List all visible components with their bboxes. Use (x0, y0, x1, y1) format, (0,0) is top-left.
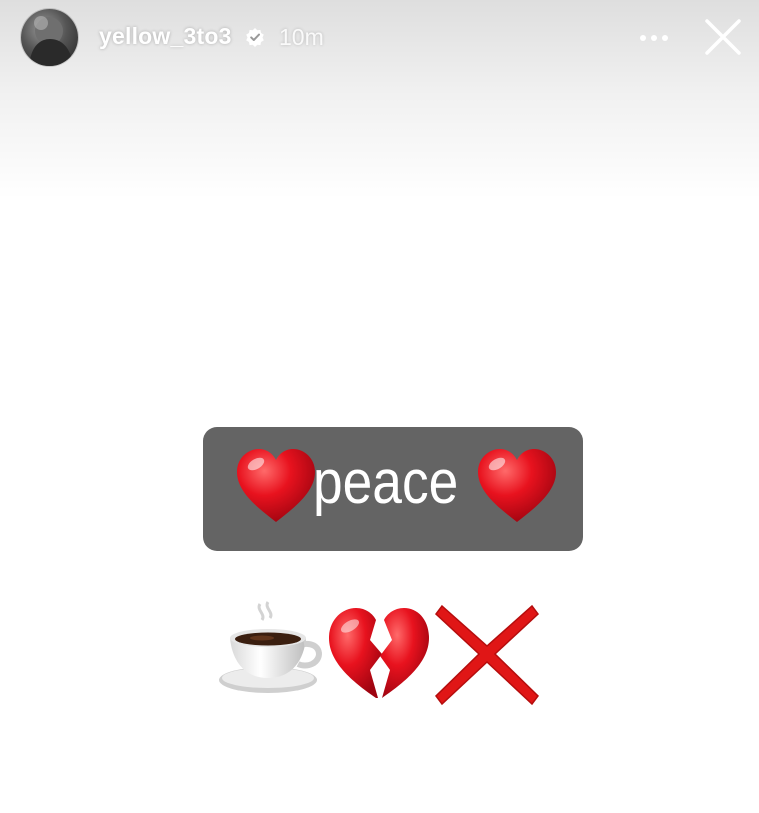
red-heart-icon (478, 449, 556, 522)
broken-heart-icon (329, 608, 429, 698)
coffee-cup-icon (219, 601, 322, 693)
verified-badge-icon (246, 28, 264, 47)
post-time: 10m (279, 24, 324, 50)
username[interactable]: yellow_3to3 (99, 23, 232, 50)
red-heart-icon (237, 449, 315, 522)
red-cross-icon (434, 604, 540, 706)
close-icon[interactable] (703, 17, 743, 57)
sticker-text: peace (313, 448, 459, 517)
more-options-icon[interactable] (636, 26, 672, 50)
story-header: yellow_3to3 10m (0, 0, 759, 78)
text-sticker: peace (203, 427, 583, 551)
avatar[interactable] (21, 9, 78, 66)
